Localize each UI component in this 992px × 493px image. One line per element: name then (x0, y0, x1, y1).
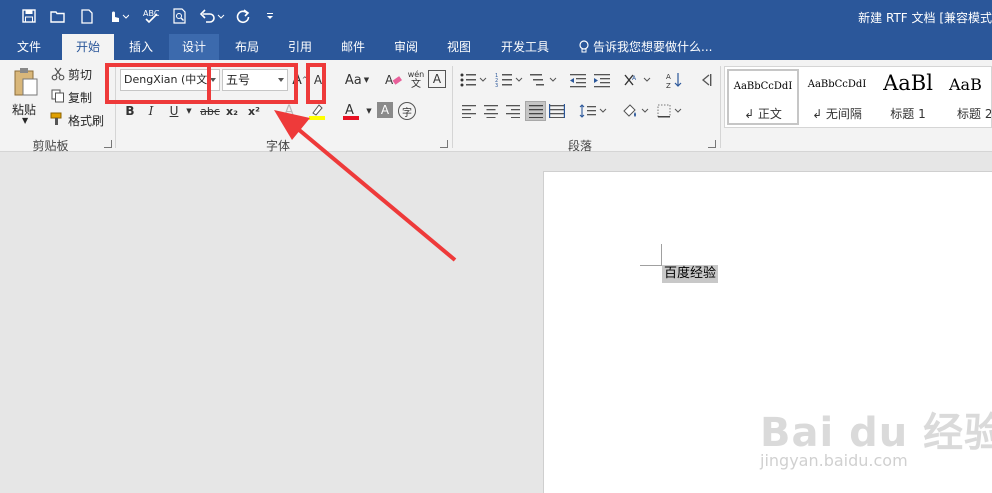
baidu-watermark-url: jingyan.baidu.com (760, 451, 908, 470)
baidu-watermark-logo: Bai du 经验 (760, 410, 992, 456)
